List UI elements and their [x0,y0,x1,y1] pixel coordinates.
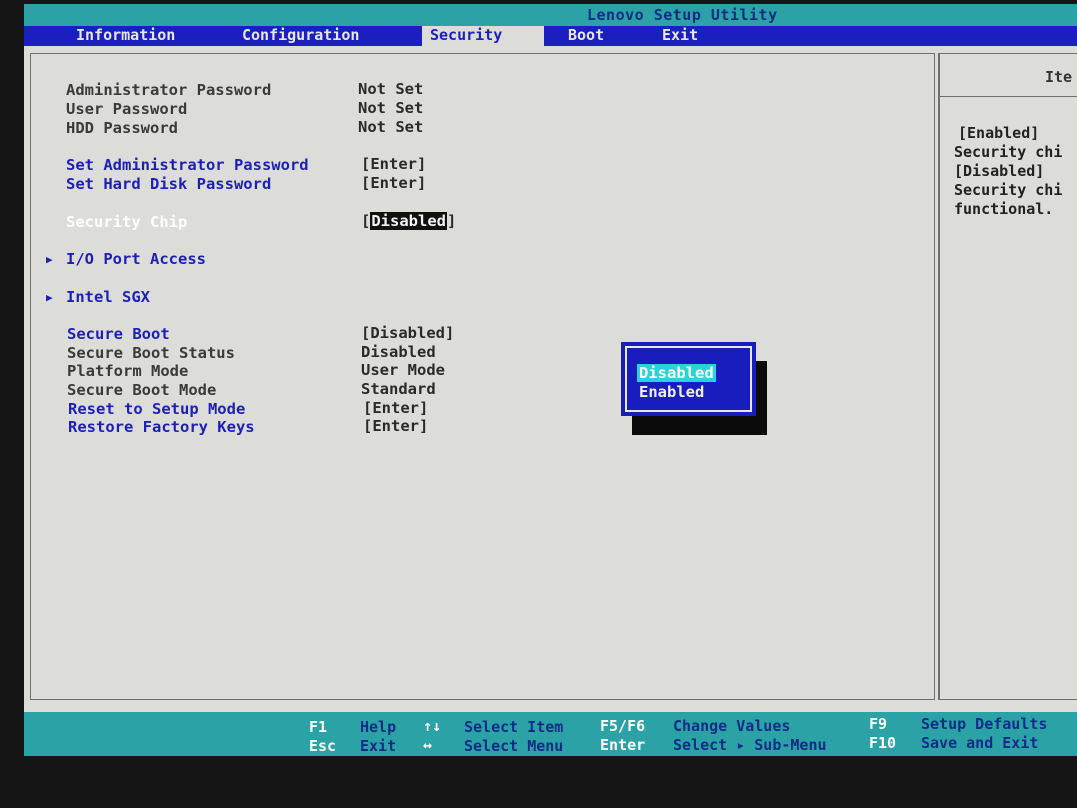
reset-setup-mode-item[interactable]: Reset to Setup Mode [68,400,245,418]
help-line: Security chi [954,181,1063,199]
key-f10: F10 [869,734,897,752]
app-title: Lenovo Setup Utility [587,6,778,24]
key-f9: F9 [869,715,888,733]
tab-configuration[interactable]: Configuration [236,26,412,46]
key-legend-bar: F1 Help Esc Exit ↑↓ Select Item ↔ Select… [24,712,1077,756]
menu-bar: Information Configuration Security Boot … [24,26,1077,46]
security-chip-value[interactable]: [Disabled] [361,212,456,230]
security-chip-item[interactable]: Security Chip [66,213,187,231]
secure-boot-status-value: Disabled [361,343,436,361]
submenu-arrow-icon: ▶ [46,291,53,304]
hdd-password-label: HDD Password [66,119,178,137]
platform-mode-value: User Mode [361,361,445,379]
restore-factory-keys-item[interactable]: Restore Factory Keys [68,418,255,436]
intel-sgx-item[interactable]: Intel SGX [66,288,150,306]
io-port-access-item[interactable]: I/O Port Access [66,250,206,268]
secure-boot-mode-label: Secure Boot Mode [67,381,217,399]
tab-information[interactable]: Information [68,26,226,46]
admin-password-value: Not Set [358,80,424,98]
updown-arrows-icon: ↑↓ [423,717,442,735]
hdd-password-value: Not Set [358,118,424,136]
help-line: [Disabled] [954,162,1045,180]
set-hdd-password-value: [Enter] [361,174,427,192]
key-updown-desc: Select Item [464,718,564,736]
tab-security[interactable]: Security [422,26,544,46]
option-popup: Disabled Enabled [621,342,756,416]
key-f10-desc: Save and Exit [921,734,1039,752]
help-line: functional. [954,200,1054,218]
tab-boot[interactable]: Boot [562,26,658,46]
leftright-arrows-icon: ↔ [423,736,433,754]
key-esc-desc: Exit [360,737,397,755]
key-esc: Esc [309,737,337,755]
set-admin-password-item[interactable]: Set Administrator Password [66,156,309,174]
help-header-row: Ite [940,54,1077,97]
bios-screen: Lenovo Setup Utility Information Configu… [24,4,1077,756]
key-f5f6: F5/F6 [600,717,646,735]
set-admin-password-value: [Enter] [361,155,427,173]
help-line: Security chi [954,143,1063,161]
reset-setup-mode-value: [Enter] [363,399,429,417]
secure-boot-status-label: Secure Boot Status [67,344,235,362]
title-bar: Lenovo Setup Utility [24,4,1077,26]
key-f9-desc: Setup Defaults [921,715,1048,733]
user-password-value: Not Set [358,99,424,117]
user-password-label: User Password [66,100,188,118]
secure-boot-value[interactable]: [Disabled] [361,324,454,342]
platform-mode-label: Platform Mode [67,362,189,380]
key-leftright-desc: Select Menu [464,737,564,755]
popup-option-enabled[interactable]: Enabled [639,383,704,401]
admin-password-label: Administrator Password [66,81,272,99]
item-help-panel: Ite [Enabled] Security chi [Disabled] Se… [938,53,1077,700]
tab-exit[interactable]: Exit [656,26,742,46]
set-hdd-password-item[interactable]: Set Hard Disk Password [66,175,271,193]
key-f5f6-desc: Change Values [673,717,791,735]
key-enter: Enter [600,736,646,754]
key-f1-desc: Help [360,718,397,736]
secure-boot-mode-value: Standard [361,380,436,398]
secure-boot-item[interactable]: Secure Boot [67,325,170,343]
restore-factory-keys-value: [Enter] [363,417,429,435]
popup-option-disabled[interactable]: Disabled [637,364,716,382]
submenu-arrow-icon: ▶ [46,253,53,266]
help-header: Ite [1045,68,1073,86]
help-line: [Enabled] [958,124,1040,142]
key-enter-desc: Select ▸ Sub-Menu [673,736,827,754]
key-f1: F1 [309,718,328,736]
